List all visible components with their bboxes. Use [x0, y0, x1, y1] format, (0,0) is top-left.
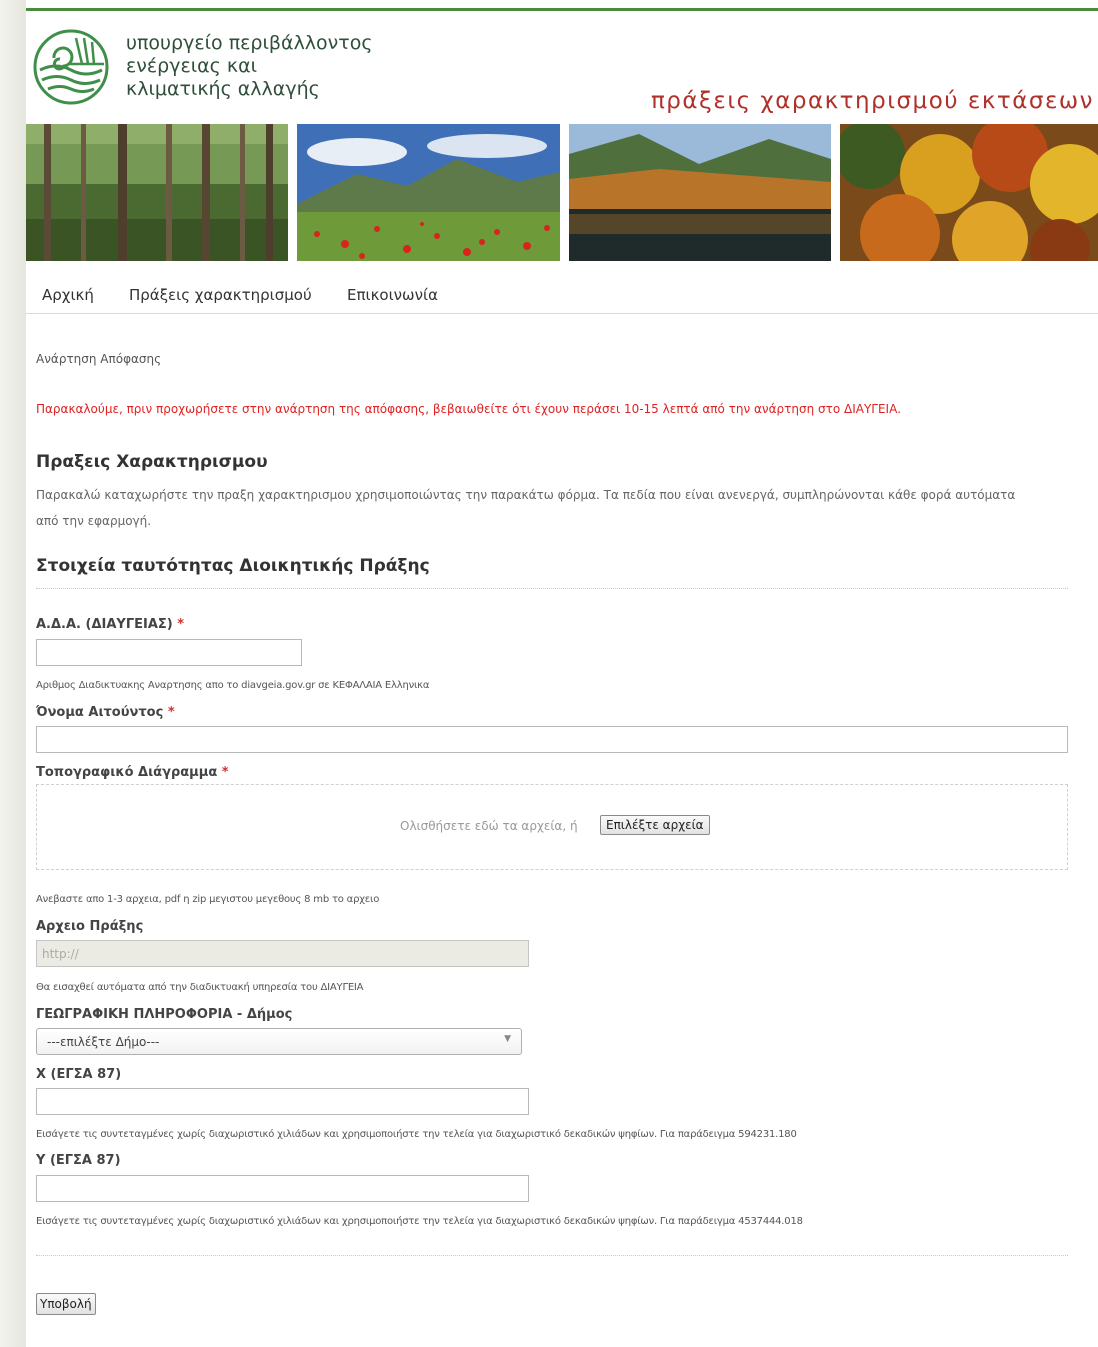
municipality-label: ΓΕΩΓΡΑΦΙΚΗ ΠΛΗΡΟΦΟΡΙΑ - Δήμος — [36, 1007, 293, 1022]
file-dropzone[interactable]: Ολισθήσετε εδώ τα αρχεία, ή Επιλέξτε αρχ… — [36, 784, 1068, 870]
banner-photo-forest — [26, 124, 288, 261]
required-mark: * — [167, 705, 175, 720]
main-nav: Αρχική Πράξεις χαρακτηρισμού Επικοινωνία — [26, 284, 1098, 314]
applicant-label-text: Όνομα Αιτούντος — [36, 705, 164, 720]
ada-label: Α.Δ.Α. (ΔΙΑΥΓΕΙΑΣ) * — [36, 617, 184, 632]
topo-help: Ανεβαστε απο 1-3 αρχεια, pdf η zip μεγισ… — [36, 894, 380, 905]
nav-item-practices[interactable]: Πράξεις χαρακτηρισμού — [129, 286, 312, 304]
intro-text: Παρακαλώ καταχωρήστε την πραξη χαρακτηρι… — [36, 488, 1016, 528]
applicant-input[interactable] — [36, 726, 1068, 753]
banner-photo-lake — [569, 124, 831, 261]
divider — [36, 1255, 1068, 1256]
ada-input[interactable] — [36, 639, 302, 666]
ada-help: Αριθμος Διαδικτυακης Αναρτησης απο το di… — [36, 680, 430, 691]
ada-label-text: Α.Δ.Α. (ΔΙΑΥΓΕΙΑΣ) — [36, 617, 173, 632]
required-mark: * — [177, 617, 185, 632]
banner-photo-autumn — [840, 124, 1098, 261]
topo-label-text: Τοπογραφικό Διάγραμμα — [36, 765, 218, 780]
y-coord-help: Εισάγετε τις συντεταγμένες χωρίς διαχωρι… — [36, 1216, 803, 1227]
municipality-selected: ---επιλέξτε Δήμο--- — [47, 1035, 160, 1049]
choose-files-button[interactable]: Επιλέξτε αρχεία — [600, 815, 710, 835]
ministry-line-3: κλιματικής αλλαγής — [126, 78, 320, 100]
banner-photo-meadow — [297, 124, 560, 261]
ministry-logo-icon — [33, 29, 109, 105]
header-top-line — [26, 8, 1098, 11]
applicant-label: Όνομα Αιτούντος * — [36, 705, 175, 720]
x-coord-input[interactable] — [36, 1088, 529, 1115]
page: υπουργείο περιβάλλοντος ενέργειας και κλ… — [26, 0, 1098, 1347]
submit-button[interactable]: Υποβολή — [36, 1293, 96, 1315]
act-file-input — [36, 940, 529, 967]
ministry-name: υπουργείο περιβάλλοντος ενέργειας και κλ… — [126, 32, 373, 101]
alert-message: Παρακαλούμε, πριν προχωρήσετε στην ανάρτ… — [36, 402, 902, 416]
ministry-line-2: ενέργειας και — [126, 55, 258, 77]
site-title: πράξεις χαρακτηρισμού εκτάσεων — [650, 88, 1094, 114]
nav-item-home[interactable]: Αρχική — [42, 286, 94, 304]
dropzone-text: Ολισθήσετε εδώ τα αρχεία, ή — [400, 819, 578, 833]
required-mark: * — [221, 765, 229, 780]
header-banner — [26, 124, 1098, 261]
ministry-line-1: υπουργείο περιβάλλοντος — [126, 32, 373, 54]
y-coord-input[interactable] — [36, 1175, 529, 1202]
act-file-help: Θα εισαχθεί αυτόματα από την διαδικτυακή… — [36, 982, 364, 993]
breadcrumb: Ανάρτηση Απόφασης — [36, 352, 162, 366]
municipality-select[interactable]: ---επιλέξτε Δήμο--- ▼ — [36, 1028, 522, 1055]
topo-label: Τοπογραφικό Διάγραμμα * — [36, 765, 229, 780]
x-coord-help: Εισάγετε τις συντεταγμένες χωρίς διαχωρι… — [36, 1129, 797, 1140]
page-side-strip — [0, 0, 26, 1347]
chevron-down-icon: ▼ — [504, 1034, 511, 1044]
x-coord-label: X (ΕΓΣΑ 87) — [36, 1067, 122, 1082]
act-file-label: Αρχειο Πράξης — [36, 919, 144, 934]
divider — [36, 588, 1068, 589]
identity-title: Στοιχεία ταυτότητας Διοικητικής Πράξης — [36, 556, 430, 576]
nav-item-contact[interactable]: Επικοινωνία — [347, 286, 438, 304]
y-coord-label: Y (ΕΓΣΑ 87) — [36, 1153, 121, 1168]
section-title: Πραξεις Χαρακτηρισμου — [36, 452, 268, 472]
